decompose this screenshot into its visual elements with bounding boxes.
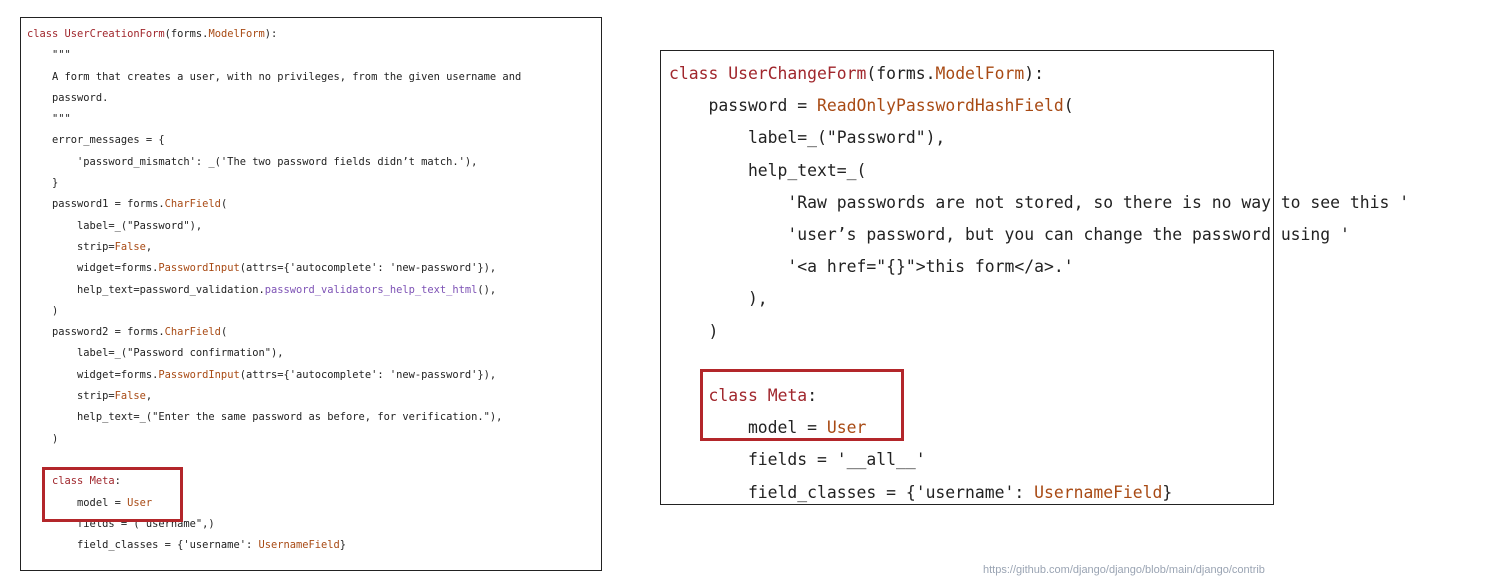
code-left-line-4: password.	[27, 91, 109, 104]
code-left-line-2: """	[27, 49, 71, 62]
code-left-line-20: )	[27, 432, 59, 445]
code-right-line-7: '<a href="{}">this form</a>.'	[669, 257, 1074, 277]
code-left-line-5: """	[27, 113, 71, 126]
highlight-box-meta-right	[700, 369, 904, 441]
code-left-line-11: strip=False,	[27, 240, 153, 253]
highlight-box-meta-left	[42, 467, 183, 522]
code-left-line-15: password2 = forms.CharField(	[27, 326, 228, 339]
code-left-line-6: error_messages = {	[27, 134, 165, 147]
code-right-line-4: help_text=_(	[669, 160, 867, 180]
code-left-line-16: label=_("Password confirmation"),	[27, 347, 284, 360]
code-right-line-13: fields = '__all__'	[669, 450, 926, 470]
code-left-line-10: label=_("Password"),	[27, 219, 203, 232]
code-block-right: class UserChangeForm(forms.ModelForm): p…	[669, 58, 1409, 509]
code-right-line-8: ),	[669, 289, 768, 309]
code-left-line-9: password1 = forms.CharField(	[27, 198, 228, 211]
code-left-line-7: 'password_mismatch': _('The two password…	[27, 155, 478, 168]
code-right-line-14: field_classes = {'username': UsernameFie…	[669, 482, 1173, 502]
code-left-line-13: help_text=password_validation.password_v…	[27, 283, 497, 296]
code-left-line-25: field_classes = {'username': UsernameFie…	[27, 539, 347, 552]
code-left-line-12: widget=forms.PasswordInput(attrs={'autoc…	[27, 262, 497, 275]
code-left-line-3: A form that creates a user, with no priv…	[27, 70, 522, 83]
code-left-line-18: strip=False,	[27, 390, 153, 403]
code-left-line-17: widget=forms.PasswordInput(attrs={'autoc…	[27, 368, 497, 381]
code-right-line-1: class UserChangeForm(forms.ModelForm):	[669, 64, 1045, 83]
code-left-line-8: }	[27, 177, 59, 190]
code-right-line-6: 'user’s password, but you can change the…	[669, 225, 1350, 245]
code-left-line-1: class UserCreationForm(forms.ModelForm):	[27, 28, 278, 40]
code-right-line-2: password = ReadOnlyPasswordHashField(	[669, 96, 1074, 116]
source-url: https://github.com/django/django/blob/ma…	[983, 564, 1265, 576]
code-right-line-9: )	[669, 321, 719, 341]
code-left-line-14: )	[27, 304, 59, 317]
code-right-line-3: label=_("Password"),	[669, 128, 946, 148]
code-left-line-19: help_text=_("Enter the same password as …	[27, 411, 503, 424]
code-right-line-5: 'Raw passwords are not stored, so there …	[669, 192, 1410, 212]
